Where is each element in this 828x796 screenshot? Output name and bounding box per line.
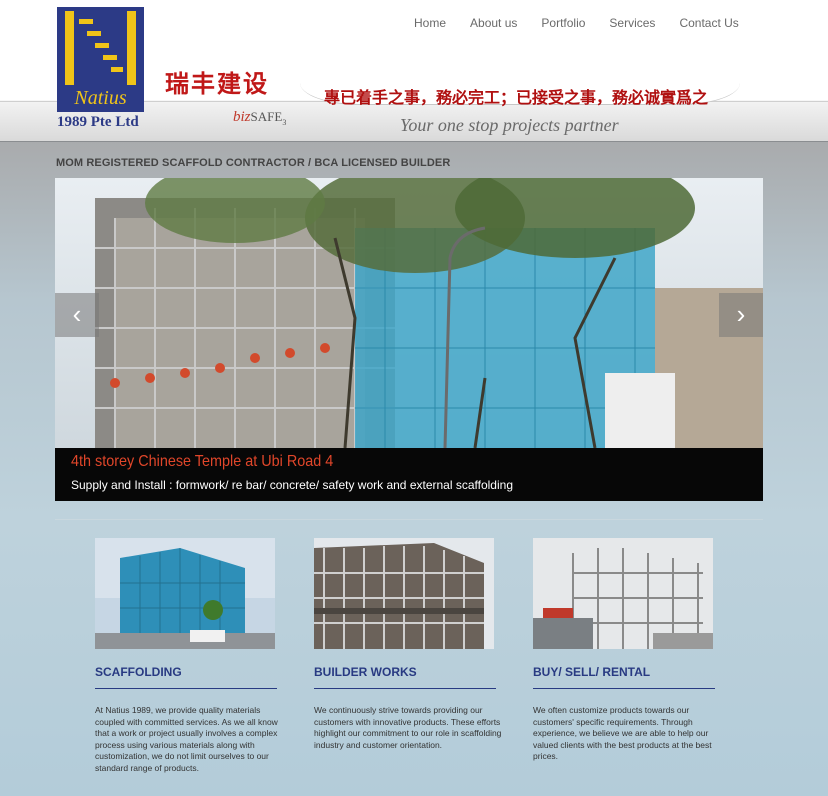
service-title-scaffolding: SCAFFOLDING	[95, 665, 277, 689]
bizsafe-safe: SAFE	[250, 109, 283, 124]
nav-about-us[interactable]: About us	[470, 16, 517, 30]
slide-caption: 4th storey Chinese Temple at Ubi Road 4 …	[55, 448, 763, 501]
nav-home[interactable]: Home	[414, 16, 446, 30]
section-divider	[55, 519, 763, 520]
service-text-builder-works: We continuously strive towards providing…	[314, 705, 502, 750]
company-logo[interactable]: Natius	[57, 7, 144, 112]
service-title-buy-sell-rental: BUY/ SELL/ RENTAL	[533, 665, 715, 689]
buy-sell-rental-thumbnail[interactable]	[533, 538, 713, 649]
service-column-builder-works: BUILDER WORKS We continuously strive tow…	[314, 538, 514, 750]
logo-subtitle: 1989 Pte Ltd	[57, 114, 139, 130]
service-text-buy-sell-rental: We often customize products towards our …	[533, 705, 712, 761]
service-column-scaffolding: SCAFFOLDING At Natius 1989, we provide q…	[95, 538, 295, 773]
header-divider	[0, 141, 828, 142]
builder-works-thumbnail[interactable]	[314, 538, 494, 649]
scaffolding-thumbnail[interactable]	[95, 538, 275, 649]
image-slider[interactable]: ‹ › 4th storey Chinese Temple at Ubi Roa…	[55, 178, 763, 501]
logo-mark-icon	[65, 11, 136, 85]
service-title-builder-works: BUILDER WORKS	[314, 665, 496, 689]
tagline: Your one stop projects partner	[400, 115, 619, 135]
logo-name: Natius	[74, 87, 127, 109]
bizsafe-badge: bizSAFE3	[233, 109, 286, 127]
bizsafe-level: 3	[282, 118, 287, 127]
main-nav: Home About us Portfolio Services Contact…	[402, 16, 751, 30]
slide-caption-title: 4th storey Chinese Temple at Ubi Road 4	[71, 453, 334, 470]
bizsafe-biz: biz	[233, 109, 251, 125]
nav-contact-us[interactable]: Contact Us	[679, 16, 738, 30]
chinese-motto: 專已着手之事，務必完工；已接受之事，務必诚實爲之	[324, 88, 709, 107]
page-heading: MOM REGISTERED SCAFFOLD CONTRACTOR / BCA…	[56, 157, 451, 169]
slider-prev-button[interactable]: ‹	[55, 293, 99, 337]
slide-caption-text: Supply and Install : formwork/ re bar/ c…	[71, 478, 513, 492]
nav-portfolio[interactable]: Portfolio	[541, 16, 585, 30]
nav-services[interactable]: Services	[609, 16, 655, 30]
service-text-scaffolding: At Natius 1989, we provide quality mater…	[95, 705, 278, 773]
slide-image	[55, 178, 763, 448]
chinese-company-name: 瑞丰建设	[165, 69, 269, 98]
slider-next-button[interactable]: ›	[719, 293, 763, 337]
service-column-buy-sell-rental: BUY/ SELL/ RENTAL We often customize pro…	[533, 538, 733, 761]
